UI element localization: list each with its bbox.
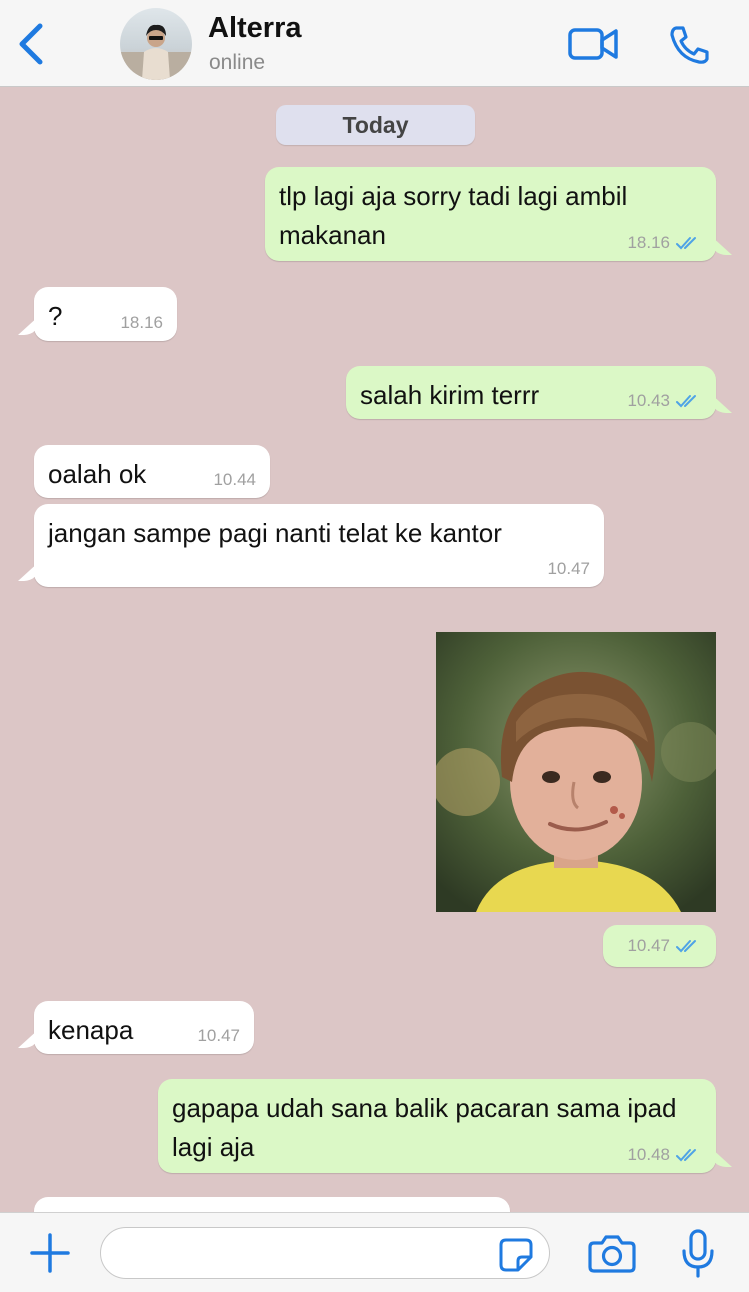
- message-text: salah kirim terrr: [360, 380, 540, 410]
- message-time: 10.43: [627, 391, 670, 410]
- message-time: 10.47: [197, 1026, 240, 1045]
- message-meta: 10.47: [627, 936, 702, 956]
- video-call-button[interactable]: [566, 24, 622, 64]
- message-photo: [436, 632, 716, 912]
- message-meta: 10.44: [213, 470, 256, 490]
- back-button[interactable]: [12, 20, 52, 68]
- message-text: tlp lagi aja sorry tadi lagi ambil makan…: [279, 181, 628, 250]
- microphone-button[interactable]: [680, 1229, 716, 1279]
- message-meta: 10.43: [627, 391, 702, 411]
- sticker-icon: [499, 1238, 533, 1272]
- message-text: kenapa: [48, 1015, 134, 1045]
- attach-button[interactable]: [28, 1231, 72, 1275]
- double-check-icon: [676, 1149, 696, 1162]
- chat-header: Alterra online: [0, 0, 749, 87]
- chevron-left-icon: [19, 23, 43, 65]
- message-text: gapapa udah sana balik pacaran sama ipad…: [172, 1093, 677, 1162]
- message-bubble-incoming[interactable]: jangan sampe pagi nanti telat ke kantor …: [34, 504, 604, 587]
- message-time: 18.16: [120, 313, 163, 332]
- message-bubble-incoming[interactable]: oalah ok 10.44: [34, 445, 270, 498]
- camera-icon: [588, 1235, 636, 1273]
- message-meta: 10.47: [547, 559, 590, 579]
- sticker-button[interactable]: [498, 1237, 534, 1273]
- voice-call-button[interactable]: [664, 22, 714, 66]
- composer-bar: [0, 1212, 749, 1292]
- message-bubble-incoming[interactable]: ? 18.16: [34, 287, 177, 341]
- message-text: jangan sampe pagi nanti telat ke kantor: [48, 518, 502, 548]
- phone-icon: [670, 26, 709, 64]
- message-meta: 18.16: [120, 313, 163, 333]
- message-input[interactable]: [100, 1227, 550, 1279]
- message-time: 10.48: [627, 1145, 670, 1164]
- message-bubble-outgoing[interactable]: gapapa udah sana balik pacaran sama ipad…: [158, 1079, 716, 1173]
- double-check-icon: [676, 237, 696, 250]
- message-time: 10.47: [547, 559, 590, 578]
- contact-name[interactable]: Alterra: [208, 12, 302, 45]
- video-camera-icon: [568, 28, 618, 60]
- avatar-photo: [120, 24, 192, 80]
- date-divider: Today: [276, 105, 475, 145]
- message-meta: 18.16: [627, 233, 702, 253]
- camera-button[interactable]: [588, 1233, 636, 1275]
- contact-status: online: [209, 51, 266, 74]
- message-meta: 10.48: [627, 1145, 702, 1165]
- message-time: 18.16: [627, 233, 670, 252]
- avatar[interactable]: [120, 8, 192, 80]
- plus-icon: [30, 1233, 70, 1273]
- message-time: 10.44: [213, 470, 256, 489]
- double-check-icon: [676, 395, 696, 408]
- microphone-icon: [682, 1229, 714, 1278]
- message-text: ?: [48, 301, 63, 331]
- message-text: oalah ok: [48, 459, 147, 489]
- message-bubble-outgoing[interactable]: salah kirim terrr 10.43: [346, 366, 716, 419]
- image-message[interactable]: [436, 632, 716, 912]
- message-bubble-incoming[interactable]: kenapa 10.47: [34, 1001, 254, 1054]
- message-bubble-outgoing[interactable]: tlp lagi aja sorry tadi lagi ambil makan…: [265, 167, 716, 261]
- image-message-meta-bubble: 10.47: [603, 925, 716, 967]
- message-meta: 10.47: [197, 1026, 240, 1046]
- double-check-icon: [676, 940, 696, 953]
- message-time: 10.47: [627, 936, 670, 955]
